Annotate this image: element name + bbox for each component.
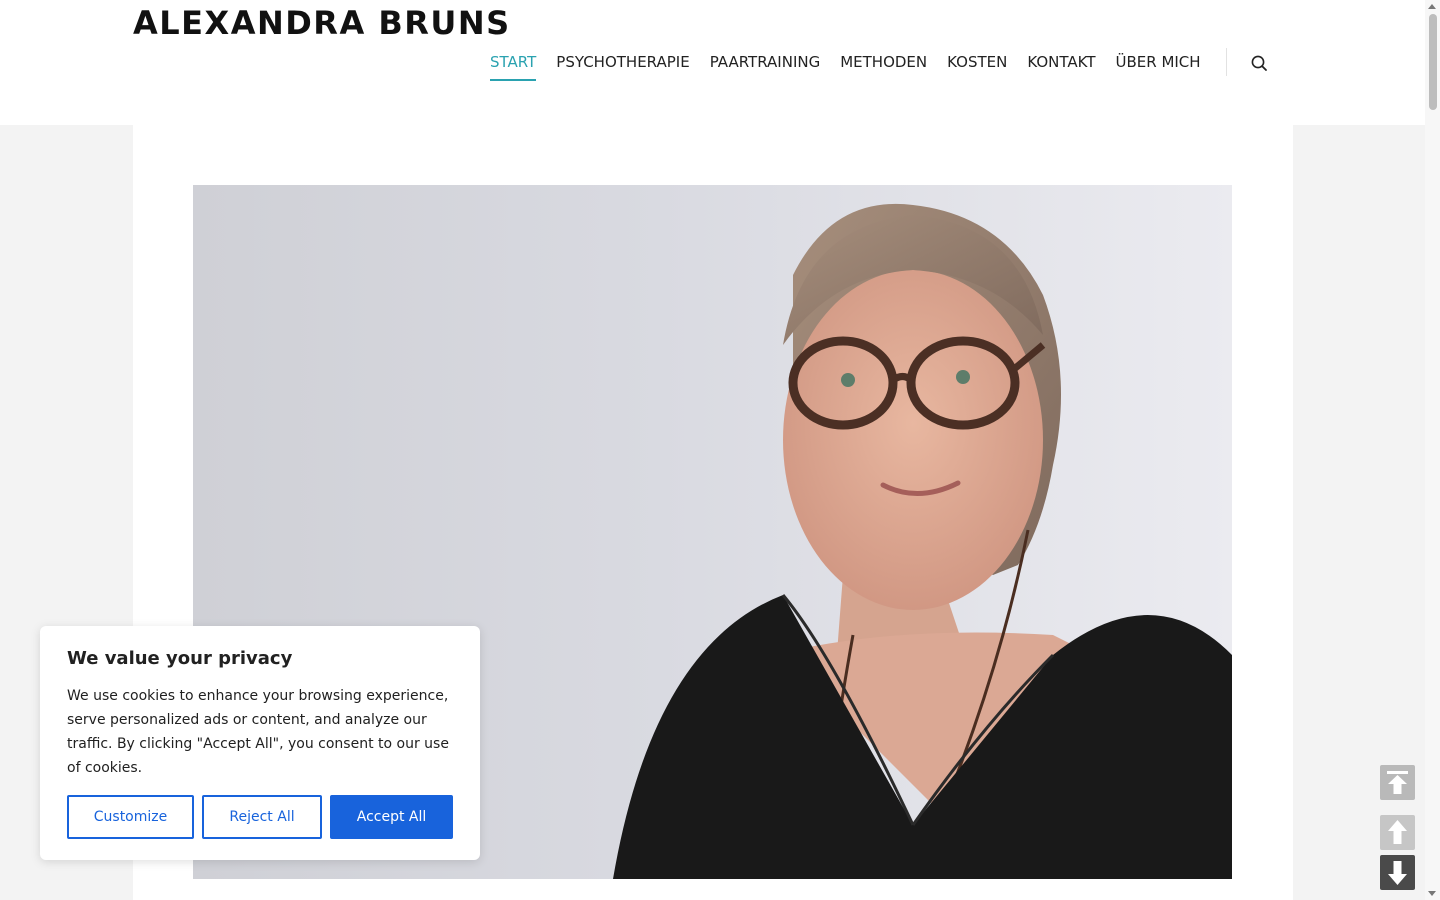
scroll-down-icon[interactable] (1380, 855, 1415, 890)
nav-item-ueber-mich[interactable]: ÜBER MICH (1106, 51, 1211, 81)
scrollbar-up-arrow-icon[interactable] (1428, 4, 1436, 9)
accept-all-button[interactable]: Accept All (330, 795, 453, 839)
cookie-title: We value your privacy (67, 648, 293, 669)
cookie-description: We use cookies to enhance your browsing … (67, 688, 449, 776)
reject-all-button[interactable]: Reject All (202, 795, 322, 839)
page-scrollbar[interactable] (1425, 0, 1440, 900)
scroll-to-top-icon[interactable] (1380, 765, 1415, 800)
scrollbar-down-arrow-icon[interactable] (1428, 891, 1436, 896)
scroll-up-icon[interactable] (1380, 815, 1415, 850)
nav-item-kosten[interactable]: KOSTEN (937, 51, 1017, 81)
nav-divider (1226, 48, 1227, 76)
search-icon[interactable] (1248, 52, 1270, 74)
site-title[interactable]: ALEXANDRA BRUNS (133, 4, 511, 42)
customize-button[interactable]: Customize (67, 795, 194, 839)
nav-item-start[interactable]: START (480, 51, 546, 81)
scrollbar-thumb[interactable] (1429, 14, 1437, 110)
site-header: ALEXANDRA BRUNS START PSYCHOTHERAPIE PAA… (0, 0, 1425, 125)
nav-item-psychotherapie[interactable]: PSYCHOTHERAPIE (546, 51, 699, 81)
nav-item-methoden[interactable]: METHODEN (830, 51, 937, 81)
main-nav: START PSYCHOTHERAPIE PAARTRAINING METHOD… (480, 51, 1211, 83)
nav-item-kontakt[interactable]: KONTAKT (1017, 51, 1105, 81)
nav-item-paartraining[interactable]: PAARTRAINING (700, 51, 831, 81)
cookie-consent-banner: We value your privacy We use cookies to … (40, 626, 480, 860)
